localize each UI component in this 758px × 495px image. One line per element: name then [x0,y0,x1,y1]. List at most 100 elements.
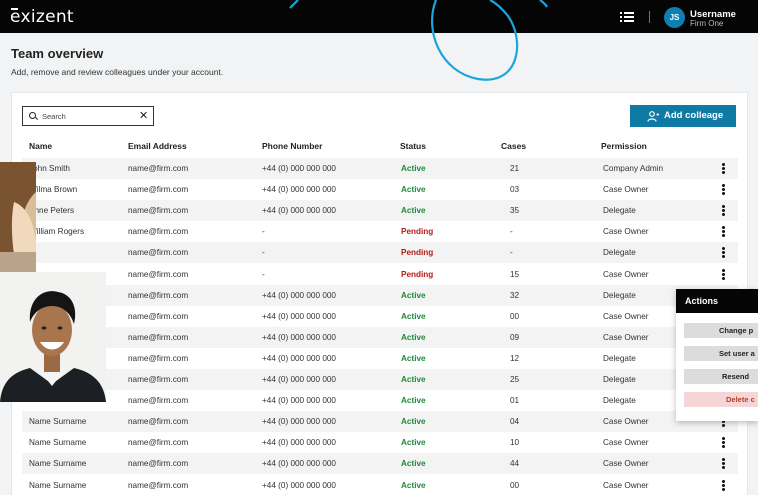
row-phone: +44 (0) 000 000 000 [262,206,336,216]
row-status: Active [401,375,426,384]
row-cases: 03 [510,185,520,195]
row-name: Name Surname [29,438,87,448]
row-email: name@firm.com [128,417,189,427]
row-status: Active [401,311,426,321]
table-row[interactable]: John Smith name@firm.com +44 (0) 000 000 0… [22,158,738,179]
row-phone: +44 (0) 000 000 000 [262,164,336,173]
row-status: Active [401,480,426,490]
change-permission-button[interactable]: Change p [684,323,758,338]
row-phone: +44 (0) 000 000 000 [262,185,336,195]
table-row[interactable]: Anne Peters name@firm.com +44 (0) 000 000 … [22,200,738,222]
row-email: name@firm.com [128,290,189,300]
table-row[interactable]: name@firm.com +44 (0) 000 000 000 Active 12… [22,348,738,369]
more-options-icon[interactable] [722,226,725,238]
row-cases: 00 [510,311,520,321]
more-options-icon[interactable] [722,205,725,217]
actions-menu: Actions Change p Set user a Resend Delet… [676,289,758,421]
add-colleague-label: Add colleage [664,110,724,121]
row-cases: 21 [510,164,520,173]
table-row[interactable]: name@firm.com +44 (0) 000 000 000 Active 32… [22,284,738,306]
row-phone: +44 (0) 000 000 000 [262,480,336,490]
col-header-permission[interactable]: Permission [601,141,647,151]
table-row[interactable]: Name Surname name@firm.com +44 (0) 000 000… [22,432,738,453]
more-options-icon[interactable] [722,247,725,259]
app-logo[interactable]: exizent [10,7,74,27]
more-options-icon[interactable] [722,437,725,449]
col-header-cases[interactable]: Cases [501,141,526,151]
row-email: name@firm.com [128,248,189,258]
more-options-icon[interactable] [722,268,725,280]
clear-search-icon[interactable]: ✕ [139,109,148,123]
col-header-status[interactable]: Status [400,141,426,151]
profile-photo-woman [0,162,36,274]
row-email: name@firm.com [128,227,189,237]
resend-button[interactable]: Resend [684,369,758,384]
row-email: name@firm.com [128,206,189,216]
list-view-icon[interactable] [620,12,634,22]
header-divider [649,11,650,23]
top-bar: exizent JS Username Firm One [0,0,758,33]
row-email: name@firm.com [128,396,189,406]
row-status: Active [401,396,426,406]
row-email: name@firm.com [128,480,189,490]
table-row[interactable]: William Rogers name@firm.com - Pending - Case… [22,221,738,242]
row-phone: +44 (0) 000 000 000 [262,311,336,321]
user-avatar[interactable]: JS [664,7,685,28]
row-status: Active [401,438,426,448]
row-cases: 09 [510,332,520,342]
row-status: Active [401,332,426,342]
row-phone: +44 (0) 000 000 000 [262,417,336,427]
table-row[interactable]: name@firm.com - Pending - Delegate [22,242,738,264]
more-options-icon[interactable] [722,184,725,196]
row-permission: Case Owner [603,417,649,427]
row-cases: 01 [510,396,520,406]
search-input[interactable] [42,110,137,123]
add-colleague-button[interactable]: Add colleage [630,105,736,127]
search-box[interactable]: ✕ [22,106,154,126]
row-status: Pending [401,227,434,237]
table-row[interactable]: Wilma Brown name@firm.com +44 (0) 000 000 … [22,179,738,200]
table-row[interactable]: name@firm.com - Pending 15 Case Owner [22,264,738,285]
row-phone: +44 (0) 000 000 000 [262,332,336,342]
col-header-phone[interactable]: Phone Number [262,141,322,151]
row-permission: Case Owner [603,459,649,469]
table-row[interactable]: name@firm.com +44 (0) 000 000 000 Active 09… [22,326,738,348]
actions-menu-title: Actions [676,289,758,313]
row-permission: Delegate [603,206,636,216]
table-row[interactable]: name@firm.com +44 (0) 000 000 000 Active 25… [22,369,738,390]
row-name: Wilma Brown [29,185,78,195]
more-options-icon[interactable] [722,458,725,470]
row-cases: 32 [510,290,520,300]
profile-photo-man [0,272,106,402]
row-email: name@firm.com [128,269,189,279]
table-row[interactable]: name@firm.com +44 (0) 000 000 000 Active 00… [22,306,738,327]
row-permission: Delegate [603,396,636,406]
row-status: Active [401,185,426,195]
row-permission: Delegate [603,248,636,258]
row-permission: Company Admin [603,164,664,173]
row-status: Active [401,290,426,300]
delete-colleague-button[interactable]: Delete c [684,392,758,407]
row-name: Name Surname [29,417,87,427]
table-row[interactable]: Name Surname name@firm.com +44 (0) 000 000… [22,411,738,433]
table-row[interactable]: Name Surname name@firm.com +44 (0) 000 000… [22,475,738,495]
set-user-button[interactable]: Set user a [684,346,758,361]
table-row[interactable]: name@firm.com +44 (0) 000 000 000 Active 01… [22,390,738,411]
row-phone: +44 (0) 000 000 000 [262,438,336,448]
page-subtitle: Add, remove and review colleagues under … [11,67,224,77]
more-options-icon[interactable] [722,163,725,174]
row-permission: Delegate [603,375,636,384]
more-options-icon[interactable] [722,479,725,491]
user-firm: Firm One [690,19,724,28]
row-email: name@firm.com [128,353,189,363]
woman-photo-illustration [0,162,36,274]
table-row[interactable]: Name Surname name@firm.com +44 (0) 000 000… [22,453,738,475]
col-header-name[interactable]: Name [29,141,52,151]
col-header-email[interactable]: Email Address [128,141,187,151]
row-cases: - [510,248,513,258]
row-name: Name Surname [29,459,87,469]
row-phone: +44 (0) 000 000 000 [262,375,336,384]
row-status: Active [401,206,426,216]
row-permission: Case Owner [603,480,649,490]
row-name: Name Surname [29,480,87,490]
